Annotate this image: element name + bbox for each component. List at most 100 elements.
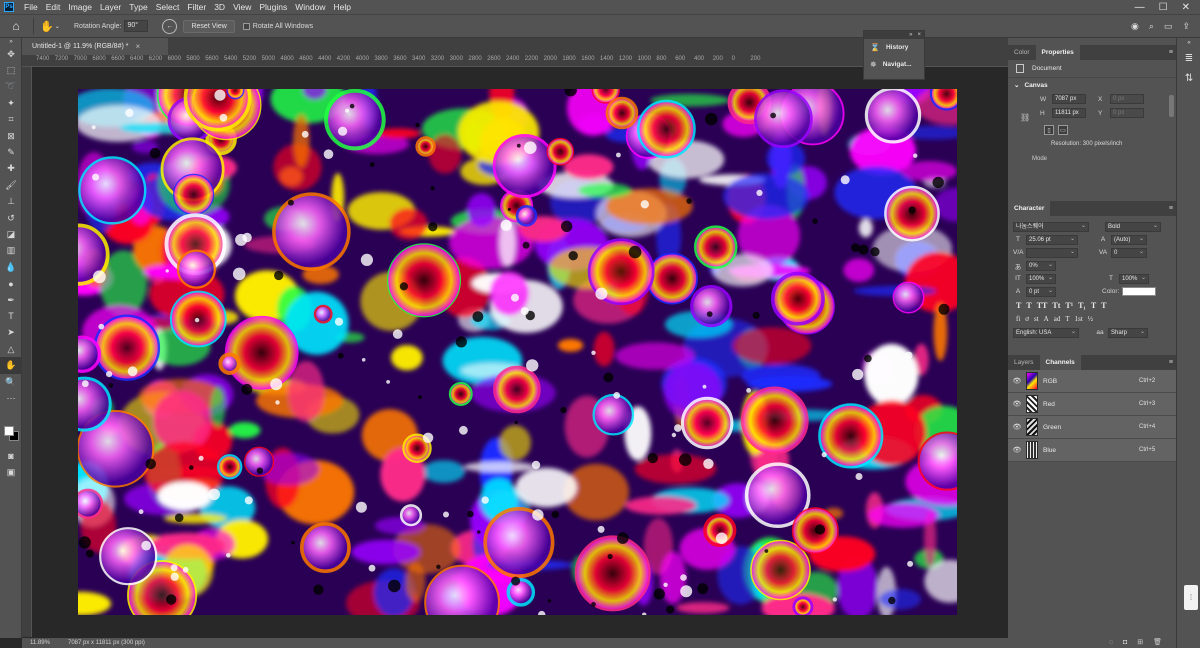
menu-layer[interactable]: Layer bbox=[96, 2, 125, 12]
visibility-eye-icon[interactable]: 👁 bbox=[1008, 377, 1026, 385]
rotation-dial-icon[interactable]: ← bbox=[162, 18, 178, 34]
user-icon[interactable]: ◉ bbox=[1131, 21, 1139, 32]
eraser-tool-icon[interactable]: ◪ bbox=[0, 226, 22, 242]
discretionary-ligature-button[interactable]: ơ bbox=[1025, 315, 1029, 323]
kerning-dropdown[interactable] bbox=[1026, 247, 1078, 258]
rotate-view-tool-preset-icon[interactable]: ✋ ⌄ bbox=[40, 20, 68, 33]
frame-tool-icon[interactable]: ⊠ bbox=[0, 128, 22, 144]
channel-row-rgb[interactable]: 👁 RGB Ctrl+2 bbox=[1008, 370, 1176, 393]
zoom-level[interactable]: 11.89% bbox=[22, 640, 52, 646]
type-tool-icon[interactable]: T bbox=[0, 308, 22, 324]
collapse-toolbar-icon[interactable]: » bbox=[0, 38, 22, 46]
visibility-eye-icon[interactable]: 👁 bbox=[1008, 400, 1026, 408]
small-caps-button[interactable]: Tt bbox=[1052, 301, 1060, 310]
save-selection-icon[interactable]: ◘ bbox=[1123, 639, 1127, 646]
horizontal-scale-field[interactable]: 100% bbox=[1119, 273, 1149, 284]
height-field[interactable]: 11811 px bbox=[1052, 108, 1086, 118]
width-field[interactable]: 7087 px bbox=[1052, 94, 1086, 104]
ligature-button[interactable]: fi bbox=[1016, 315, 1020, 323]
stylistic-alternates-button[interactable]: st bbox=[1034, 315, 1039, 323]
antialias-dropdown[interactable]: Sharp bbox=[1108, 327, 1148, 338]
document-info[interactable]: 7087 px x 11811 px (300 ppi) bbox=[68, 640, 145, 646]
navigator-panel-button[interactable]: ✵ Navigat... bbox=[864, 56, 924, 73]
maximize-icon[interactable]: ☐ bbox=[1159, 2, 1168, 13]
swash-button[interactable]: A bbox=[1044, 315, 1049, 323]
channel-row-green[interactable]: 👁 Green Ctrl+4 bbox=[1008, 416, 1176, 439]
font-size-dropdown[interactable]: 25.06 pt bbox=[1026, 234, 1078, 245]
rotate-all-windows-checkbox[interactable]: Rotate All Windows bbox=[242, 22, 313, 30]
history-panel-button[interactable]: ⌛ History bbox=[864, 39, 924, 56]
menu-plugins[interactable]: Plugins bbox=[255, 2, 291, 12]
panel-menu-icon[interactable]: ≡ bbox=[1169, 49, 1173, 56]
menu-edit[interactable]: Edit bbox=[42, 2, 65, 12]
tab-color[interactable]: Color bbox=[1008, 45, 1036, 60]
close-panel-icon[interactable]: × bbox=[917, 31, 921, 39]
history-brush-tool-icon[interactable]: ↺ bbox=[0, 210, 22, 226]
foreground-color-swatch[interactable] bbox=[4, 426, 14, 436]
healing-brush-tool-icon[interactable]: ✚ bbox=[0, 161, 22, 177]
new-channel-icon[interactable]: ⊞ bbox=[1137, 638, 1143, 646]
reset-view-button[interactable]: Reset View bbox=[183, 19, 235, 33]
brush-tool-icon[interactable]: 🖌 bbox=[0, 177, 22, 193]
canvas-section-header[interactable]: ⌄ Canvas bbox=[1008, 78, 1176, 92]
adjustments-icon[interactable]: ⇅ bbox=[1177, 68, 1200, 88]
pen-tool-icon[interactable]: ✒ bbox=[0, 292, 22, 308]
close-tab-icon[interactable]: × bbox=[135, 42, 140, 51]
channel-row-blue[interactable]: 👁 Blue Ctrl+5 bbox=[1008, 439, 1176, 462]
link-icon[interactable]: ⛓ bbox=[1020, 113, 1030, 122]
leading-dropdown[interactable]: (Auto) bbox=[1111, 234, 1147, 245]
ordinal-button[interactable]: 1st bbox=[1075, 315, 1083, 323]
gradient-tool-icon[interactable]: ▥ bbox=[0, 243, 22, 259]
contextual-button[interactable]: T bbox=[1065, 315, 1069, 323]
move-tool-icon[interactable]: ✥ bbox=[0, 46, 22, 62]
vertical-scale-field[interactable]: 100% bbox=[1026, 273, 1056, 284]
properties-scrollbar[interactable] bbox=[1169, 95, 1174, 117]
menu-3d[interactable]: 3D bbox=[210, 2, 229, 12]
all-caps-button[interactable]: TT bbox=[1037, 301, 1048, 310]
zoom-tool-icon[interactable]: 🔍 bbox=[0, 374, 22, 390]
edit-toolbar-icon[interactable]: ⋯ bbox=[0, 390, 22, 406]
vertical-ruler[interactable] bbox=[22, 67, 32, 637]
close-icon[interactable]: ✕ bbox=[1182, 2, 1190, 13]
language-dropdown[interactable]: English: USA bbox=[1013, 327, 1079, 338]
fractions-button[interactable]: ½ bbox=[1088, 315, 1093, 323]
shape-tool-icon[interactable]: △ bbox=[0, 341, 22, 357]
panel-menu-icon[interactable]: ≡ bbox=[1169, 205, 1173, 212]
side-scroll-handle[interactable]: ⁞ bbox=[1184, 585, 1198, 610]
document-tab[interactable]: Untitled-1 @ 11.9% (RGB/8#) * × bbox=[22, 38, 168, 55]
marquee-tool-icon[interactable]: ⬚ bbox=[0, 62, 22, 78]
magic-wand-tool-icon[interactable]: ✦ bbox=[0, 95, 22, 111]
y-field[interactable]: 0 px bbox=[1110, 108, 1144, 118]
faux-italic-button[interactable]: T bbox=[1026, 301, 1031, 310]
visibility-eye-icon[interactable]: 👁 bbox=[1008, 423, 1026, 431]
expand-panels-icon[interactable]: » bbox=[909, 31, 912, 39]
superscript-button[interactable]: T¹ bbox=[1065, 301, 1073, 310]
strikethrough-button[interactable]: T bbox=[1101, 301, 1106, 310]
x-field[interactable]: 0 px bbox=[1110, 94, 1144, 104]
baseline-shift-field[interactable]: 0 pt bbox=[1026, 286, 1056, 297]
portrait-icon[interactable]: ▯ bbox=[1044, 125, 1054, 135]
eyedropper-tool-icon[interactable]: ✎ bbox=[0, 144, 22, 160]
underline-button[interactable]: T bbox=[1091, 301, 1096, 310]
checkbox-box[interactable] bbox=[242, 22, 250, 30]
workspace-icon[interactable]: ▭ bbox=[1164, 21, 1173, 32]
tab-properties[interactable]: Properties bbox=[1035, 45, 1080, 60]
menu-filter[interactable]: Filter bbox=[183, 2, 210, 12]
menu-file[interactable]: File bbox=[20, 2, 42, 12]
subscript-button[interactable]: T₁ bbox=[1078, 301, 1086, 310]
panel-menu-icon[interactable]: ≡ bbox=[1169, 359, 1173, 366]
rotation-angle-input[interactable]: 90° bbox=[124, 20, 149, 32]
tab-layers[interactable]: Layers bbox=[1008, 355, 1040, 370]
text-color-swatch[interactable] bbox=[1122, 287, 1157, 296]
quick-mask-icon[interactable]: ◙ bbox=[0, 448, 22, 464]
chevron-down-icon[interactable]: ⌄ bbox=[1014, 81, 1019, 89]
home-icon[interactable]: ⌂ bbox=[5, 15, 27, 37]
brush-settings-icon[interactable]: ≣ bbox=[1177, 48, 1200, 68]
expand-dock-icon[interactable]: « bbox=[1177, 38, 1200, 48]
landscape-icon[interactable]: ▭ bbox=[1058, 125, 1068, 135]
delete-channel-icon[interactable]: 🗑 bbox=[1153, 638, 1162, 646]
menu-window[interactable]: Window bbox=[291, 2, 329, 12]
document-canvas[interactable] bbox=[78, 89, 957, 615]
load-selection-icon[interactable]: ◌ bbox=[1109, 639, 1113, 646]
menu-image[interactable]: Image bbox=[64, 2, 96, 12]
